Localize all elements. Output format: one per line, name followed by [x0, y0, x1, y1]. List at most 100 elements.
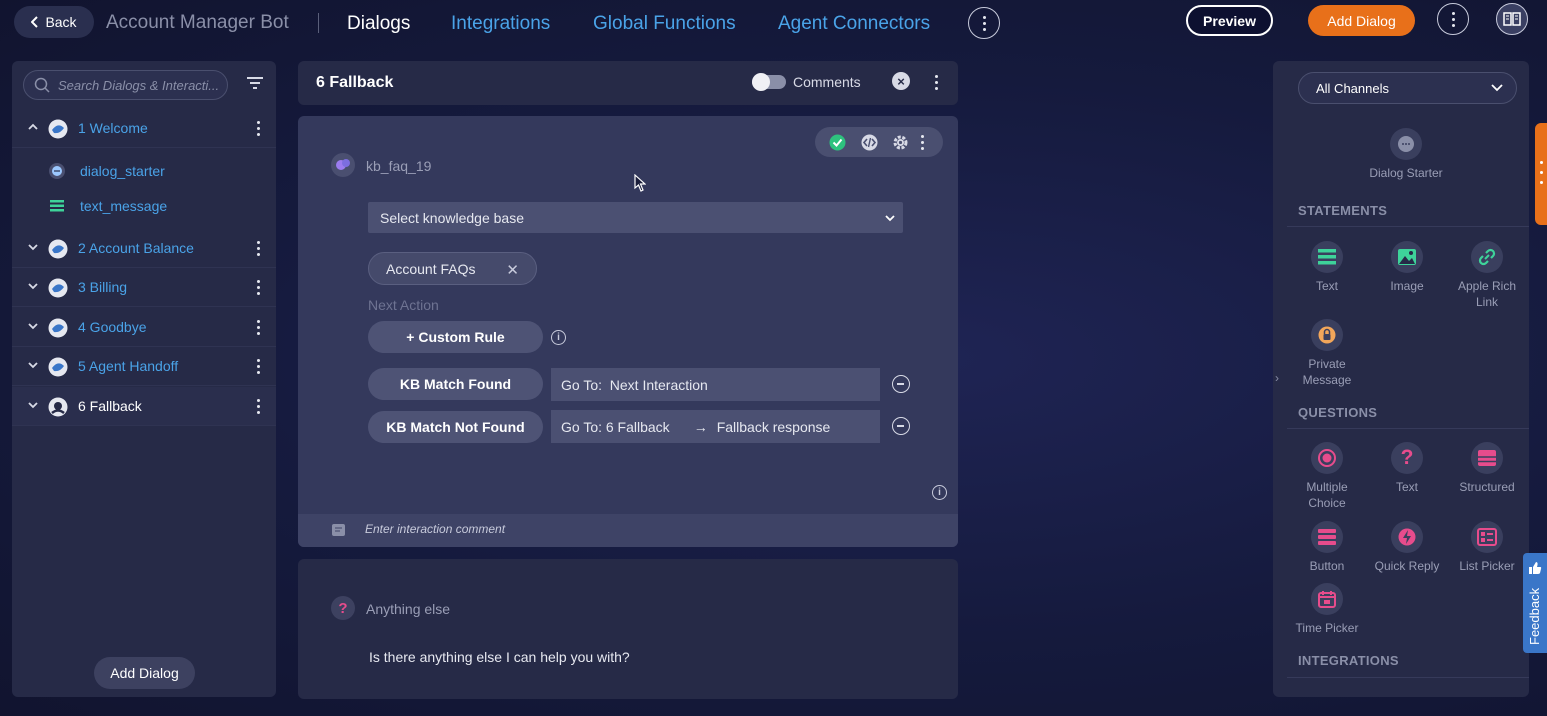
tab-global-functions[interactable]: Global Functions [593, 13, 736, 35]
comments-toggle[interactable] [752, 73, 786, 91]
back-button[interactable]: Back [14, 6, 94, 38]
more-vertical-icon[interactable] [257, 121, 260, 136]
next-action-label: Next Action [368, 297, 439, 313]
add-dialog-sidebar-button[interactable]: Add Dialog [94, 657, 195, 689]
palette-text-question[interactable]: ? Text [1367, 442, 1447, 495]
dialog-icon [48, 239, 68, 259]
remove-rule-icon[interactable] [892, 417, 910, 435]
palette-list-picker[interactable]: List Picker [1447, 521, 1527, 574]
search-box[interactable] [23, 70, 228, 100]
info-icon[interactable]: i [932, 485, 947, 500]
palette-button[interactable]: Button [1287, 521, 1367, 574]
filter-icon[interactable] [247, 77, 263, 89]
lightning-bolt-icon [1391, 521, 1423, 553]
chevron-down-icon[interactable] [28, 400, 38, 410]
palette-label: Multiple Choice [1306, 480, 1348, 510]
preview-button[interactable]: Preview [1186, 5, 1273, 36]
more-vertical-icon[interactable] [257, 280, 260, 295]
palette-image[interactable]: Image [1367, 241, 1447, 294]
interaction-card-question: ? Anything else Is there anything else I… [298, 559, 958, 699]
channel-select-label: All Channels [1316, 80, 1389, 96]
sidebar-item-fallback[interactable]: 6 Fallback [12, 387, 276, 426]
goto-next-interaction[interactable]: Go To: Next Interaction [551, 368, 880, 401]
palette-private-message[interactable]: Private Message [1287, 319, 1367, 388]
side-menu-tab[interactable] [1535, 123, 1547, 225]
more-vertical-icon[interactable] [921, 134, 924, 150]
chevron-down-icon[interactable] [28, 360, 38, 370]
remove-rule-icon[interactable] [892, 375, 910, 393]
palette-apple-rich-link[interactable]: Apple Rich Link [1447, 241, 1527, 310]
add-dialog-button[interactable]: Add Dialog [1308, 5, 1415, 36]
more-vertical-icon[interactable] [257, 359, 260, 374]
palette-quick-reply[interactable]: Quick Reply [1367, 521, 1447, 574]
tab-dialogs[interactable]: Dialogs [347, 13, 410, 35]
sidebar-item-billing[interactable]: 3 Billing [12, 268, 276, 307]
documentation-button[interactable] [1496, 3, 1528, 35]
rule-kb-match-found[interactable]: KB Match Found [368, 368, 543, 400]
statements-title: STATEMENTS [1298, 203, 1388, 218]
chevron-up-icon[interactable] [28, 122, 38, 132]
code-icon[interactable] [861, 134, 878, 156]
text-lines-icon [1311, 241, 1343, 273]
sidebar-item-agent-handoff[interactable]: 5 Agent Handoff [12, 347, 276, 386]
gear-icon[interactable] [892, 134, 909, 156]
palette-multiple-choice[interactable]: Multiple Choice [1287, 442, 1367, 511]
palette-label: Text [1315, 279, 1338, 293]
tab-agent-connectors[interactable]: Agent Connectors [778, 13, 930, 35]
more-vertical-icon[interactable] [935, 75, 938, 90]
more-tabs-button[interactable] [968, 7, 1000, 39]
dialog-header: 6 Fallback Comments × [298, 61, 958, 105]
sidebar-item-goodbye[interactable]: 4 Goodbye [12, 308, 276, 347]
sidebar-item-account-balance[interactable]: 2 Account Balance [12, 229, 276, 268]
more-vertical-icon[interactable] [257, 399, 260, 414]
more-options-button[interactable] [1437, 3, 1469, 35]
rule-kb-match-not-found[interactable]: KB Match Not Found [368, 411, 543, 443]
chevron-down-icon[interactable] [28, 281, 38, 291]
close-circle-icon[interactable]: × [892, 72, 910, 90]
knowledge-base-icon [331, 153, 355, 177]
sidebar-item-welcome[interactable]: 1 Welcome [12, 109, 276, 148]
lock-icon [1311, 319, 1343, 351]
channel-select[interactable]: All Channels [1298, 72, 1517, 104]
palette-label: Apple Rich Link [1457, 279, 1517, 309]
chevron-down-icon [1491, 84, 1503, 92]
calendar-icon [1311, 583, 1343, 615]
palette-time-picker[interactable]: Time Picker [1287, 583, 1367, 636]
search-icon [34, 77, 50, 93]
sidebar-item-label: 5 Agent Handoff [78, 358, 179, 374]
search-input[interactable] [58, 77, 223, 93]
arrow-right-icon: → [693, 418, 708, 435]
question-text[interactable]: Is there anything else I can help you wi… [369, 649, 630, 665]
custom-rule-button[interactable]: + Custom Rule [368, 321, 543, 353]
chevron-right-icon[interactable]: › [1275, 371, 1279, 385]
sidebar-subitem-dialog-starter[interactable]: dialog_starter [48, 156, 165, 186]
back-label: Back [45, 14, 77, 30]
palette-dialog-starter[interactable]: Dialog Starter [1366, 128, 1446, 181]
more-vertical-icon[interactable] [257, 241, 260, 256]
list-picker-icon [1471, 521, 1503, 553]
chevron-down-icon[interactable] [28, 242, 38, 252]
palette-text-statement[interactable]: Text [1287, 241, 1367, 294]
goto-fallback-response[interactable]: Go To: 6 Fallback → Fallback response [551, 410, 880, 443]
comment-icon [332, 524, 345, 536]
questions-title: QUESTIONS [1298, 405, 1378, 420]
palette-label: Image [1390, 279, 1424, 293]
info-icon[interactable]: i [551, 330, 566, 345]
palette-structured[interactable]: Structured [1447, 442, 1527, 495]
dialog-sidebar: 1 Welcome dialog_starter text_message 2 … [12, 61, 276, 697]
chevron-down-icon[interactable] [28, 321, 38, 331]
bot-name: Account Manager Bot [106, 12, 289, 33]
structured-card-icon [1471, 442, 1503, 474]
dialog-icon [48, 119, 68, 139]
tab-integrations[interactable]: Integrations [451, 13, 550, 35]
check-circle-icon[interactable] [829, 134, 846, 156]
more-vertical-icon[interactable] [257, 320, 260, 335]
close-icon[interactable]: ✕ [506, 261, 519, 279]
sidebar-subitem-text-message[interactable]: text_message [48, 191, 167, 221]
knowledge-base-select[interactable]: Select knowledge base [368, 202, 903, 233]
sidebar-subitem-label: dialog_starter [80, 163, 165, 179]
chevron-down-icon [885, 215, 895, 222]
feedback-tab[interactable]: Feedback [1523, 553, 1547, 653]
sidebar-item-label: 3 Billing [78, 279, 128, 295]
comment-input[interactable] [365, 522, 865, 536]
